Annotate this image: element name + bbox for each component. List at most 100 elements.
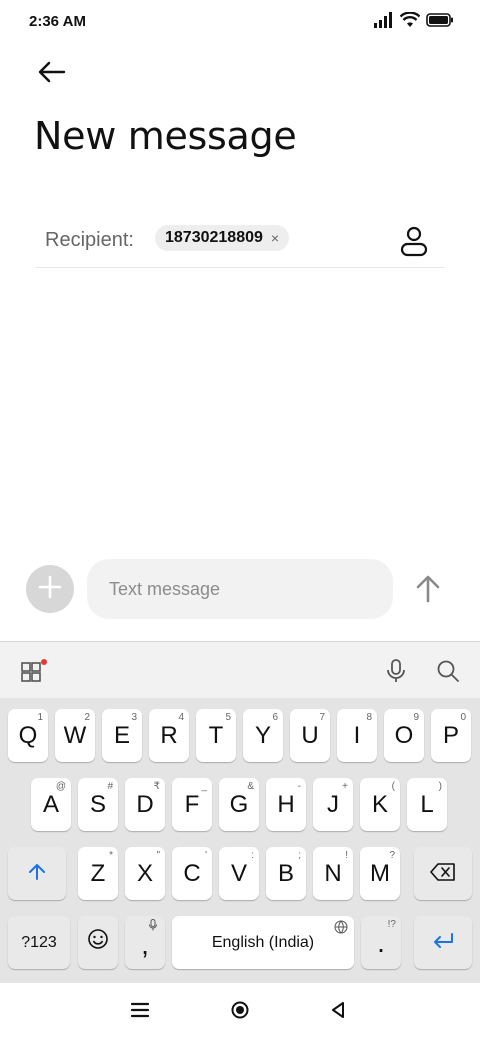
- key-hint: 4: [178, 712, 184, 723]
- enter-key[interactable]: [414, 916, 472, 969]
- space-key[interactable]: English (India): [172, 916, 354, 969]
- signal-icon: [374, 12, 394, 33]
- key-label: X: [136, 859, 153, 887]
- remove-recipient-icon[interactable]: ×: [271, 230, 279, 246]
- key-hint: &: [247, 781, 254, 792]
- backspace-key[interactable]: [414, 847, 472, 900]
- recipient-chip-number: 18730218809: [165, 229, 263, 246]
- search-icon: [436, 660, 460, 687]
- backspace-icon: [430, 860, 456, 888]
- home-circle-icon: [230, 1000, 250, 1025]
- key-o[interactable]: 9O: [384, 709, 424, 762]
- key-r[interactable]: 4R: [149, 709, 189, 762]
- keyboard: 1Q 2W 3E 4R 5T 6Y 7U 8I 9O 0P @ A # S ₹ D _…: [0, 641, 480, 983]
- keyboard-menu-button[interactable]: [21, 659, 47, 688]
- key-v[interactable]: :V: [219, 847, 259, 900]
- key-label: K: [371, 790, 388, 818]
- key-label: S: [89, 790, 106, 818]
- key-a[interactable]: @ A: [31, 778, 71, 831]
- person-icon: [398, 226, 430, 263]
- key-f[interactable]: _ F: [172, 778, 212, 831]
- key-hint: ): [438, 781, 442, 792]
- key-label: T: [208, 721, 224, 749]
- status-time: 2:36 AM: [29, 13, 86, 30]
- key-l[interactable]: ) L: [407, 778, 447, 831]
- key-i[interactable]: 8I: [337, 709, 377, 762]
- navigation-bar: [0, 983, 480, 1040]
- back-button[interactable]: [30, 52, 74, 92]
- send-arrow-icon: [408, 575, 448, 613]
- smiley-icon: [87, 928, 109, 957]
- voice-input-button[interactable]: [386, 658, 406, 689]
- key-k[interactable]: (K: [360, 778, 400, 831]
- key-z[interactable]: * Z: [78, 847, 118, 900]
- key-label: Q: [18, 721, 38, 749]
- attach-button[interactable]: [26, 565, 74, 613]
- key-n[interactable]: ! N: [313, 847, 353, 900]
- recipient-chip[interactable]: 18730218809 ×: [155, 225, 290, 251]
- key-d[interactable]: ₹ D: [125, 778, 165, 831]
- key-x[interactable]: " X: [125, 847, 165, 900]
- key-hint: -: [297, 781, 301, 792]
- key-label: D: [136, 790, 154, 818]
- shift-key[interactable]: [8, 847, 66, 900]
- key-j[interactable]: + J: [313, 778, 353, 831]
- contacts-button[interactable]: [398, 223, 430, 259]
- key-label: Y: [254, 721, 271, 749]
- keyboard-search-button[interactable]: [436, 659, 460, 688]
- key-label: A: [42, 790, 59, 818]
- key-label: L: [420, 790, 434, 818]
- key-e[interactable]: 3E: [102, 709, 142, 762]
- key-c[interactable]: ' C: [172, 847, 212, 900]
- key-hint: _: [201, 781, 207, 792]
- recipient-row[interactable]: Recipient: 18730218809 ×: [36, 215, 444, 268]
- key-u[interactable]: 7U: [290, 709, 330, 762]
- key-label: English (India): [211, 933, 315, 951]
- home-button[interactable]: [220, 997, 260, 1027]
- key-y[interactable]: 6Y: [243, 709, 283, 762]
- key-hint: *: [109, 850, 113, 861]
- key-hint: (: [391, 781, 395, 792]
- symbols-key[interactable]: ?123: [8, 916, 70, 969]
- key-b[interactable]: ; B: [266, 847, 306, 900]
- microphone-icon: [386, 659, 406, 688]
- status-icons: [374, 11, 454, 33]
- key-label: C: [183, 859, 201, 887]
- key-g[interactable]: & G: [219, 778, 259, 831]
- comma-key[interactable]: ,: [125, 916, 165, 969]
- key-q[interactable]: 1Q: [8, 709, 48, 762]
- key-m[interactable]: ? M: [360, 847, 400, 900]
- key-label: O: [394, 721, 414, 749]
- key-hint: 3: [131, 712, 137, 723]
- key-t[interactable]: 5T: [196, 709, 236, 762]
- key-hint: 0: [460, 712, 466, 723]
- key-hint: 7: [319, 712, 325, 723]
- grid-icon: [21, 659, 47, 687]
- key-label: V: [230, 859, 247, 887]
- key-label: ,: [141, 928, 149, 960]
- key-h[interactable]: -H: [266, 778, 306, 831]
- key-hint: @: [55, 781, 66, 792]
- key-hint: +: [342, 781, 348, 792]
- key-s[interactable]: # S: [78, 778, 118, 831]
- key-hint: ;: [298, 850, 301, 861]
- emoji-key[interactable]: [78, 916, 118, 969]
- key-w[interactable]: 2W: [55, 709, 95, 762]
- mic-hint-icon: [149, 919, 157, 934]
- enter-icon: [431, 929, 455, 957]
- send-button[interactable]: [408, 569, 448, 609]
- key-p[interactable]: 0P: [431, 709, 471, 762]
- recipient-label: Recipient:: [45, 229, 134, 251]
- nav-back-button[interactable]: [318, 997, 358, 1027]
- key-label: I: [353, 721, 361, 749]
- wifi-icon: [399, 11, 421, 33]
- message-input[interactable]: [87, 559, 393, 619]
- globe-icon: [334, 920, 348, 937]
- key-label: .: [377, 926, 385, 958]
- key-label: W: [63, 721, 87, 749]
- period-key[interactable]: !? .: [361, 916, 401, 969]
- key-label: H: [277, 790, 295, 818]
- recents-button[interactable]: [120, 997, 160, 1027]
- key-hint: #: [107, 781, 113, 792]
- key-hint: ": [156, 850, 160, 861]
